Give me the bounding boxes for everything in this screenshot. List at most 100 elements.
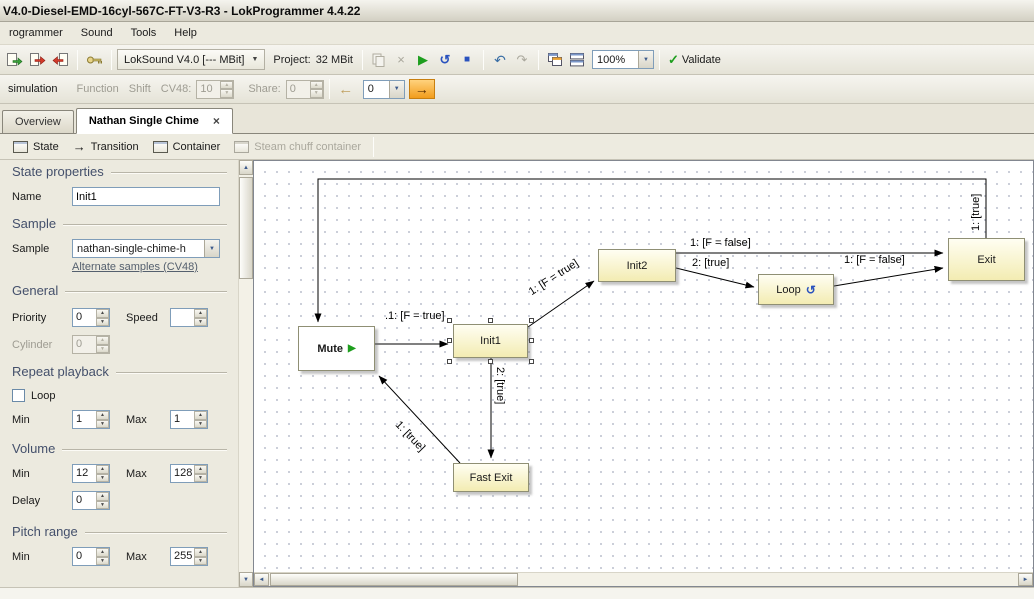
- canvas-horizontal-scrollbar[interactable]: ◄ ►: [254, 572, 1033, 586]
- repeat-max-stepper[interactable]: 1 ▲ ▼: [170, 410, 208, 429]
- selection-handle[interactable]: [488, 359, 493, 364]
- selection-handle[interactable]: [447, 359, 452, 364]
- tile-windows-button[interactable]: [566, 48, 588, 72]
- step-up-icon: ▲: [310, 81, 323, 90]
- decoder-type-dropdown[interactable]: LokSound V4.0 [--- MBit] ▼: [117, 49, 265, 70]
- step-back-button[interactable]: ←: [335, 77, 357, 101]
- step-up-icon[interactable]: ▲: [96, 411, 109, 420]
- section-general: General: [12, 283, 227, 298]
- undo-button[interactable]: ↶: [489, 48, 511, 72]
- chevron-down-icon[interactable]: ▼: [204, 240, 219, 257]
- step-up-icon[interactable]: ▲: [194, 309, 207, 318]
- step-index-dropdown[interactable]: 0 ▼: [363, 80, 405, 99]
- menu-programmer[interactable]: rogrammer: [0, 22, 72, 44]
- menu-tools[interactable]: Tools: [122, 22, 166, 44]
- pitch-min-value: 0: [73, 548, 96, 565]
- step-down-icon[interactable]: ▼: [194, 557, 207, 566]
- step-up-icon[interactable]: ▲: [194, 548, 207, 557]
- step-down-icon[interactable]: ▼: [194, 318, 207, 327]
- sample-dropdown[interactable]: nathan-single-chime-h ▼: [72, 239, 220, 258]
- selection-handle[interactable]: [447, 338, 452, 343]
- transition-label-exit-mute[interactable]: 1: [true]: [970, 194, 982, 231]
- step-down-icon[interactable]: ▼: [96, 501, 109, 510]
- menu-help[interactable]: Help: [165, 22, 206, 44]
- diagram-palette: State → Transition Container Steam chuff…: [0, 134, 1034, 160]
- volume-max-stepper[interactable]: 128 ▲ ▼: [170, 464, 208, 483]
- selection-handle[interactable]: [529, 338, 534, 343]
- loop-checkbox[interactable]: [12, 389, 25, 402]
- selection-handle[interactable]: [488, 318, 493, 323]
- toolbar-separator: [77, 50, 78, 70]
- scroll-right-icon[interactable]: ►: [1018, 573, 1033, 586]
- speed-label: Speed: [126, 312, 170, 324]
- state-init2[interactable]: Init2: [598, 249, 676, 282]
- stop-button[interactable]: ■: [456, 48, 478, 72]
- loop-playback-button[interactable]: ↺: [434, 48, 456, 72]
- scroll-left-icon[interactable]: ◄: [254, 573, 269, 586]
- menu-sound[interactable]: Sound: [72, 22, 122, 44]
- add-container-button[interactable]: Container: [146, 139, 228, 155]
- speed-stepper[interactable]: ▲ ▼: [170, 308, 208, 327]
- step-up-icon[interactable]: ▲: [194, 411, 207, 420]
- scrollbar-track[interactable]: [269, 573, 1018, 586]
- panel-scrollbar[interactable]: ▲ ▼: [238, 160, 253, 587]
- zoom-dropdown[interactable]: 100% ▼: [592, 50, 654, 69]
- step-up-icon[interactable]: ▲: [96, 465, 109, 474]
- state-mute[interactable]: Mute ▶: [298, 326, 375, 371]
- delay-stepper[interactable]: 0 ▲ ▼: [72, 491, 110, 510]
- pitch-max-stepper[interactable]: 255 ▲ ▼: [170, 547, 208, 566]
- chevron-down-icon[interactable]: ▼: [389, 81, 404, 98]
- scrollbar-thumb[interactable]: [270, 573, 518, 586]
- selection-handle[interactable]: [447, 318, 452, 323]
- step-up-icon[interactable]: ▲: [96, 548, 109, 557]
- name-input[interactable]: [72, 187, 220, 206]
- diagram-canvas[interactable]: Mute ▶ Init1 Init2 Loop ↺ Exit Fast Exit: [253, 160, 1034, 587]
- repeat-min-stepper[interactable]: 1 ▲ ▼: [72, 410, 110, 429]
- step-down-icon[interactable]: ▼: [194, 420, 207, 429]
- step-down-icon[interactable]: ▼: [96, 318, 109, 327]
- transition-label-mute-init1[interactable]: .1: [F = true]: [385, 310, 445, 322]
- open-project-button[interactable]: [3, 48, 26, 72]
- validate-button[interactable]: ✓ Validate: [665, 48, 724, 72]
- volume-min-stepper[interactable]: 12 ▲ ▼: [72, 464, 110, 483]
- step-down-icon[interactable]: ▼: [194, 474, 207, 483]
- add-transition-button[interactable]: → Transition: [66, 138, 146, 155]
- transition-loop-exit[interactable]: [834, 268, 943, 286]
- scrollbar-thumb[interactable]: [239, 177, 253, 279]
- selection-handle[interactable]: [529, 318, 534, 323]
- project-size-value: 32 MBit: [316, 54, 353, 66]
- scroll-down-icon[interactable]: ▼: [239, 572, 253, 587]
- close-tab-icon[interactable]: ×: [213, 114, 220, 128]
- transition-label-init1-fastexit[interactable]: 2: [true]: [494, 367, 506, 404]
- transition-label-init2-exit[interactable]: 1: [F = false]: [690, 237, 751, 249]
- scroll-up-icon[interactable]: ▲: [239, 160, 253, 175]
- write-to-decoder-button[interactable]: [26, 48, 49, 72]
- chevron-down-icon[interactable]: ▼: [638, 51, 653, 68]
- tab-overview[interactable]: Overview: [2, 110, 74, 133]
- read-from-decoder-button[interactable]: [49, 48, 72, 72]
- step-down-icon[interactable]: ▼: [96, 420, 109, 429]
- scrollbar-track[interactable]: [239, 175, 253, 572]
- step-up-icon[interactable]: ▲: [96, 309, 109, 318]
- step-down-icon[interactable]: ▼: [96, 474, 109, 483]
- state-loop[interactable]: Loop ↺: [758, 274, 834, 305]
- programmer-connection-button[interactable]: [83, 48, 106, 72]
- step-up-icon[interactable]: ▲: [96, 492, 109, 501]
- cascade-windows-button[interactable]: [544, 48, 566, 72]
- transition-label-loop-exit[interactable]: 1: [F = false]: [844, 254, 905, 266]
- step-up-icon[interactable]: ▲: [194, 465, 207, 474]
- add-state-button[interactable]: State: [6, 139, 66, 155]
- selection-handle[interactable]: [529, 359, 534, 364]
- transition-label-init2-loop[interactable]: 2: [true]: [692, 257, 729, 269]
- priority-stepper[interactable]: 0 ▲ ▼: [72, 308, 110, 327]
- transition-init2-loop[interactable]: [676, 268, 754, 287]
- state-exit[interactable]: Exit: [948, 238, 1025, 281]
- pitch-min-stepper[interactable]: 0 ▲ ▼: [72, 547, 110, 566]
- step-forward-button[interactable]: →: [409, 79, 435, 99]
- tab-nathan-single-chime[interactable]: Nathan Single Chime ×: [76, 108, 233, 134]
- title-bar[interactable]: V4.0-Diesel-EMD-16cyl-567C-FT-V3-R3 - Lo…: [0, 0, 1034, 22]
- alternate-samples-link[interactable]: Alternate samples (CV48): [72, 261, 198, 273]
- step-down-icon[interactable]: ▼: [96, 557, 109, 566]
- state-fast-exit[interactable]: Fast Exit: [453, 463, 529, 492]
- play-button[interactable]: ▶: [412, 48, 434, 72]
